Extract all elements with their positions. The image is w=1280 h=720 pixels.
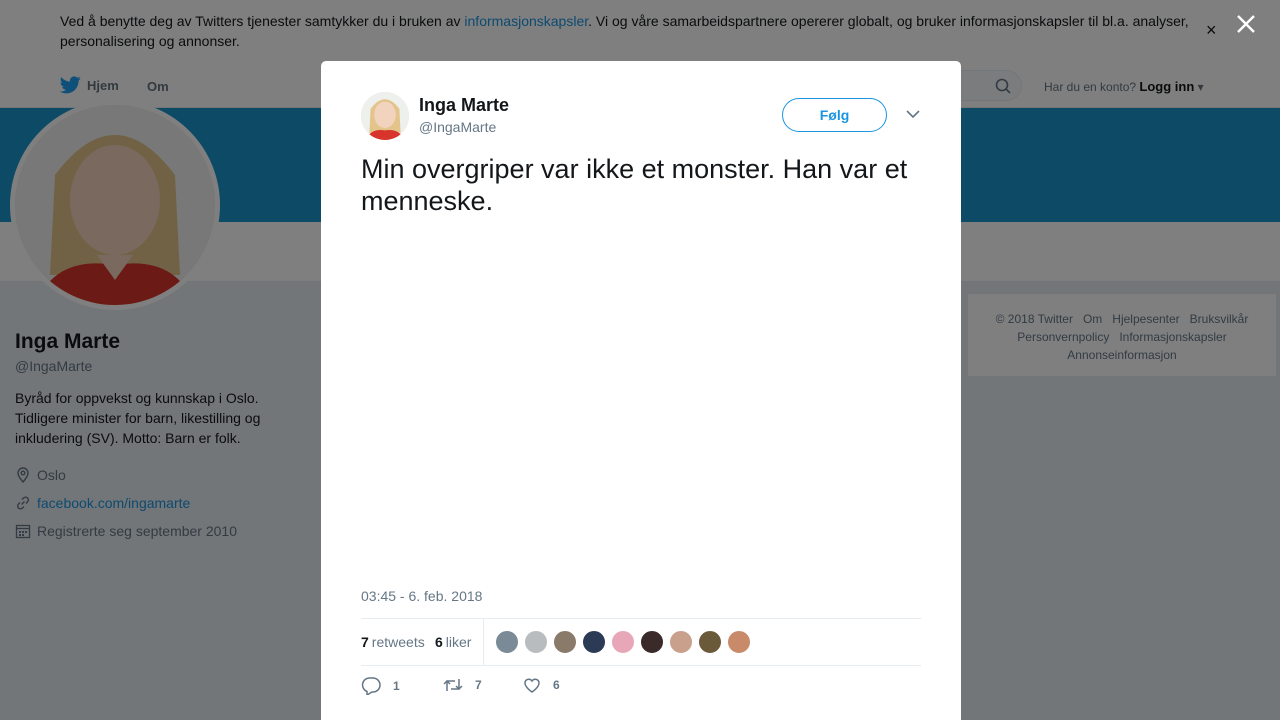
tweet-text: Min overgriper var ikke et monster. Han … [361, 154, 908, 216]
follow-button[interactable]: Følg [782, 98, 887, 132]
close-icon[interactable] [1234, 12, 1258, 36]
tweet-avatar[interactable] [361, 92, 409, 140]
retweets-count: 7 [361, 634, 369, 650]
retweets-label: retweets [371, 634, 425, 650]
liker-avatar[interactable] [553, 630, 577, 654]
reply-icon [361, 677, 381, 695]
retweet-icon [443, 679, 463, 691]
liker-avatar[interactable] [669, 630, 693, 654]
liker-avatar[interactable] [582, 630, 606, 654]
likes-count: 6 [435, 634, 443, 650]
liker-avatar[interactable] [640, 630, 664, 654]
liker-avatar[interactable] [727, 630, 751, 654]
tweet-timestamp[interactable]: 03:45 - 6. feb. 2018 [361, 588, 482, 604]
tweet-author-handle[interactable]: @IngaMarte [419, 119, 496, 135]
tweet-modal: Inga Marte @IngaMarte Følg Min overgripe… [321, 61, 961, 720]
reply-button[interactable]: 1 [361, 677, 400, 695]
liker-avatar[interactable] [495, 630, 519, 654]
liker-avatar[interactable] [524, 630, 548, 654]
like-button[interactable]: 6 [523, 677, 560, 693]
liker-avatar[interactable] [698, 630, 722, 654]
likes-stat[interactable]: 6 liker [435, 634, 471, 650]
stats-divider [483, 619, 484, 665]
retweet-count: 7 [475, 678, 482, 692]
tweet-author-name[interactable]: Inga Marte [419, 95, 509, 116]
avatar-illustration [361, 92, 409, 140]
tweet-stats: 7 retweets 6 liker [361, 618, 921, 666]
chevron-down-icon[interactable] [906, 109, 920, 119]
reply-count: 1 [393, 679, 400, 693]
liker-avatars [495, 630, 756, 654]
tweet-actions: 1 7 6 [361, 677, 921, 697]
liker-avatar[interactable] [611, 630, 635, 654]
retweet-button[interactable]: 7 [443, 677, 482, 693]
like-count: 6 [553, 678, 560, 692]
heart-icon [524, 678, 540, 693]
likes-label: liker [445, 634, 472, 650]
retweets-stat[interactable]: 7 retweets [361, 634, 425, 650]
